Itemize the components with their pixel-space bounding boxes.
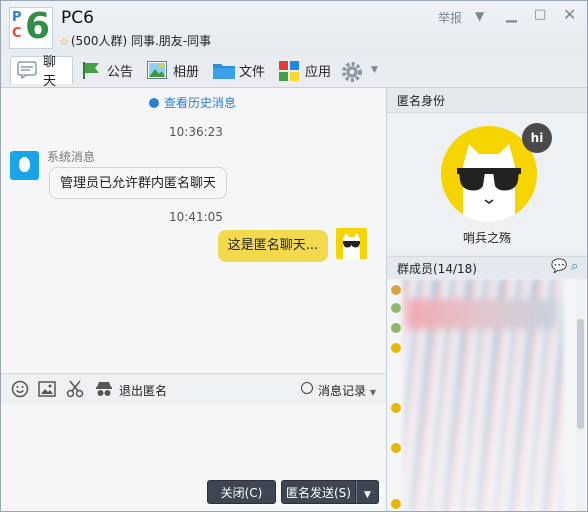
photo-icon [147, 61, 167, 79]
minimize-icon[interactable]: ▁ [506, 7, 517, 23]
anonymous-identity-title: 匿名身份 [397, 94, 446, 108]
close-button[interactable]: 关闭(C) [207, 480, 276, 504]
scrollbar-thumb[interactable] [577, 319, 584, 429]
chevron-down-icon: ▼ [364, 490, 371, 500]
image-icon[interactable] [38, 380, 56, 398]
blurred-member-highlight [407, 299, 557, 329]
group-subtitle-text: (500人群) 同事.朋友-同事 [70, 34, 212, 48]
group-subtitle: ☆ (500人群) 同事.朋友-同事 [59, 32, 211, 49]
anonymous-identity-panel: hi 哨兵之殇 [387, 113, 587, 253]
anonymous-name: 哨兵之殇 [462, 231, 511, 245]
members-header: 群成员(14/18) 💬 ⌕ [387, 256, 587, 280]
member-role-icon [391, 285, 401, 295]
tab-apps-label: 应用 [305, 64, 332, 80]
message-record-label: 消息记录 [318, 384, 367, 398]
member-role-icon [391, 403, 401, 413]
chat-icon [17, 61, 37, 79]
member-chat-icon[interactable]: 💬 [551, 259, 567, 274]
history-link[interactable]: 查看历史消息 [149, 94, 236, 111]
member-role-icon [391, 343, 401, 353]
message-time: 10:36:23 [169, 125, 223, 139]
member-role-icon [391, 323, 401, 333]
apps-icon [279, 61, 299, 81]
tab-files[interactable]: 文件 [213, 56, 265, 84]
member-role-icon [391, 443, 401, 453]
tab-album-label: 相册 [173, 64, 200, 80]
close-icon[interactable]: ✕ [563, 5, 576, 24]
tab-album[interactable]: 相册 [147, 56, 199, 84]
logo-p: P [12, 10, 22, 25]
title-bar: P C 6 PC6 ☆ (500人群) 同事.朋友-同事 举报 ▼ ▁ □ ✕ [1, 1, 587, 53]
tab-apps[interactable]: 应用 [279, 56, 331, 84]
group-title: PC6 [61, 8, 94, 28]
clock-icon [301, 382, 313, 394]
member-scrollbar[interactable] [576, 279, 585, 511]
emoji-icon[interactable] [11, 380, 29, 398]
history-link-label: 查看历史消息 [164, 96, 237, 110]
folder-icon [213, 61, 235, 79]
tab-announcement[interactable]: 公告 [81, 56, 133, 84]
anonymous-send-button[interactable]: 匿名发送(S) [281, 480, 356, 504]
anonymous-icon[interactable] [95, 380, 113, 398]
input-toolbar: 退出匿名 消息记录 ▼ [1, 373, 386, 404]
gear-icon [341, 61, 365, 82]
logo-c: C [12, 26, 22, 41]
group-logo[interactable]: P C 6 [9, 6, 53, 49]
exit-anonymous-button[interactable]: 退出匿名 [119, 382, 167, 399]
tab-chat[interactable]: 聊天 [10, 55, 73, 89]
member-role-icon [391, 303, 401, 313]
report-button[interactable]: 举报 [438, 9, 462, 26]
members-title: 群成员(14/18) [397, 262, 477, 276]
message-record-button[interactable]: 消息记录 ▼ [318, 382, 376, 399]
search-icon[interactable]: ⌕ [571, 259, 578, 274]
my-message-bubble: 这是匿名聊天... [218, 230, 328, 262]
hi-badge[interactable]: hi [522, 123, 552, 153]
anonymous-identity-header: 匿名身份 [387, 88, 587, 113]
menu-dropdown-icon[interactable]: ▼ [475, 9, 484, 23]
tab-announcement-label: 公告 [107, 64, 134, 80]
chat-window: P C 6 PC6 ☆ (500人群) 同事.朋友-同事 举报 ▼ ▁ □ ✕ 聊… [0, 0, 588, 512]
maximize-icon[interactable]: □ [534, 7, 546, 22]
sender-name: 系统消息 [47, 150, 96, 164]
my-avatar[interactable] [336, 228, 367, 259]
message-area[interactable]: 查看历史消息 10:36:23 系统消息 管理员已允许群内匿名聊天 10:41:… [1, 88, 386, 373]
clock-icon [149, 98, 159, 108]
chevron-down-icon: ▼ [369, 388, 376, 397]
member-list[interactable] [387, 279, 587, 511]
system-avatar[interactable] [10, 151, 39, 180]
scissors-icon[interactable] [66, 380, 84, 398]
tab-chat-label: 聊天 [43, 55, 57, 89]
settings-dropdown-icon: ▼ [371, 65, 378, 75]
settings-button[interactable]: ▼ [341, 56, 378, 84]
logo-digit: 6 [24, 6, 50, 47]
flag-icon [81, 61, 101, 79]
star-icon: ☆ [59, 35, 69, 48]
member-role-icon [391, 499, 401, 509]
tab-files-label: 文件 [239, 64, 266, 80]
message-time: 10:41:05 [169, 210, 223, 224]
tab-bar: 聊天 公告 相册 文件 应用 ▼ [1, 53, 587, 89]
send-options-dropdown[interactable]: ▼ [356, 480, 379, 504]
message-bubble: 管理员已允许群内匿名聊天 [49, 167, 228, 199]
logo-letters: P C [12, 10, 22, 42]
